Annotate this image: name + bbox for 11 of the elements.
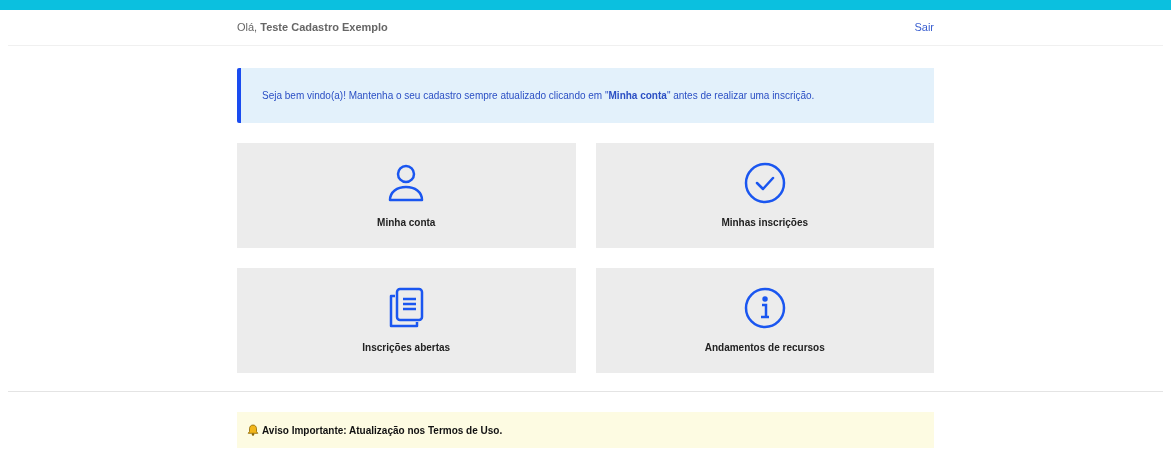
notice-text: Aviso Importante: Atualização nos Termos de Uso. (262, 423, 503, 438)
logout-link[interactable]: Sair (914, 19, 934, 36)
menu-card[interactable]: Inscrições abertas (237, 268, 576, 373)
menu-card[interactable]: Minha conta (237, 143, 576, 248)
check-circle-icon (742, 161, 787, 205)
menu-card[interactable]: Andamentos de recursos (595, 268, 934, 373)
menu-card[interactable]: Minhas inscrições (595, 143, 934, 248)
alert-text: Seja bem vindo(a)! Mantenha o seu cadastro sempre atualizado clicando em "Minha conta" antes de realizar uma inscrição. (262, 89, 815, 103)
greeting: Olá, Teste Cadastro Exemplo (237, 20, 388, 36)
bell-icon (247, 424, 259, 436)
info-icon (742, 286, 787, 330)
